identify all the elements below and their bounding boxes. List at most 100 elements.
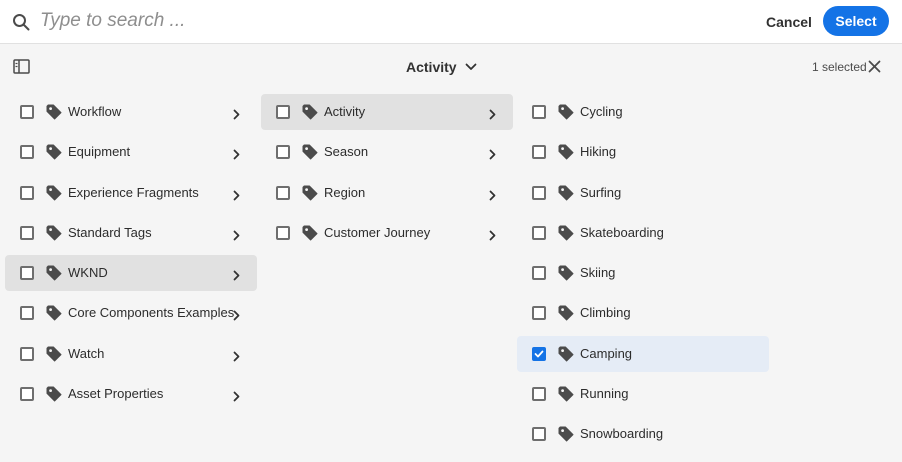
chevron-right-icon[interactable]: [489, 228, 496, 241]
tag-icon: [558, 265, 574, 281]
tag-label: Season: [324, 144, 369, 160]
tag-row[interactable]: Cycling: [517, 94, 769, 130]
tag-checkbox[interactable]: [20, 387, 34, 402]
tag-label: Hiking: [580, 144, 617, 160]
chevron-right-icon[interactable]: [233, 268, 240, 281]
tag-icon: [46, 265, 62, 281]
search-icon: [13, 14, 30, 31]
search-bar: Cancel Select: [0, 0, 902, 44]
tag-row[interactable]: Region: [261, 175, 513, 211]
tag-checkbox[interactable]: [532, 346, 546, 361]
tag-row[interactable]: Camping: [517, 335, 769, 372]
tag-row[interactable]: Skiing: [517, 255, 769, 291]
tag-label: Customer Journey: [324, 224, 431, 240]
tag-row[interactable]: Season: [261, 134, 513, 170]
tag-label: Skiing: [580, 265, 616, 281]
tag-label: Cycling: [580, 104, 623, 119]
tag-row[interactable]: Workflow: [5, 94, 257, 130]
tag-row[interactable]: WKND: [5, 255, 257, 292]
select-button[interactable]: Select: [823, 6, 889, 36]
tag-checkbox[interactable]: [532, 266, 546, 281]
tag-row[interactable]: Core Components Examples: [5, 295, 257, 331]
chevron-right-icon[interactable]: [233, 188, 240, 200]
tag-checkbox[interactable]: [20, 225, 34, 240]
tag-icon: [46, 144, 62, 160]
tag-row[interactable]: Hiking: [517, 134, 769, 170]
chevron-right-icon[interactable]: [233, 349, 240, 362]
tag-row[interactable]: Equipment: [5, 134, 257, 170]
tag-row[interactable]: Climbing: [517, 295, 769, 331]
tag-checkbox[interactable]: [276, 145, 290, 160]
tag-row[interactable]: Activity: [261, 94, 513, 130]
tag-icon: [302, 104, 318, 120]
tag-checkbox[interactable]: [276, 225, 290, 240]
tag-icon: [558, 305, 574, 321]
tag-row[interactable]: Snowboarding: [517, 416, 769, 452]
tag-icon: [46, 305, 62, 321]
tag-row[interactable]: Asset Properties: [5, 376, 257, 412]
tag-checkbox[interactable]: [532, 387, 546, 402]
tag-label: Surfing: [580, 184, 622, 200]
tag-checkbox[interactable]: [20, 346, 34, 361]
tag-row[interactable]: Customer Journey: [261, 215, 513, 251]
tag-checkbox[interactable]: [532, 225, 546, 240]
chevron-right-icon[interactable]: [233, 308, 240, 321]
tag-label: Workflow: [68, 104, 122, 119]
tag-label: Core Components Examples: [68, 305, 235, 321]
tag-label: Asset Properties: [68, 386, 164, 402]
tag-icon: [46, 225, 62, 241]
tag-checkbox[interactable]: [20, 145, 34, 160]
chevron-right-icon[interactable]: [489, 107, 496, 120]
cancel-button[interactable]: Cancel: [756, 9, 822, 35]
tag-checkbox[interactable]: [532, 427, 546, 442]
tag-icon: [558, 225, 574, 241]
tag-row[interactable]: Surfing: [517, 175, 769, 211]
tag-label: Climbing: [580, 305, 631, 321]
tag-checkbox[interactable]: [20, 266, 34, 281]
tag-column-1: Workflow Equipment Experience Fragments Sta…: [5, 94, 257, 416]
tag-checkbox[interactable]: [532, 306, 546, 321]
chevron-right-icon[interactable]: [489, 188, 496, 200]
tag-column-2: Activity Season Region Customer Journey: [261, 94, 513, 255]
tag-row[interactable]: Experience Fragments: [5, 175, 257, 211]
toggle-rail-icon[interactable]: [13, 59, 30, 74]
chevron-right-icon[interactable]: [233, 147, 240, 160]
tag-icon: [558, 386, 574, 402]
tag-label: Equipment: [68, 144, 131, 160]
tag-label: Watch: [68, 345, 105, 361]
chevron-right-icon[interactable]: [233, 389, 240, 402]
tag-checkbox[interactable]: [20, 185, 34, 200]
close-icon[interactable]: [868, 60, 881, 73]
tag-icon: [302, 144, 318, 160]
search-input[interactable]: [40, 6, 600, 36]
chevron-right-icon[interactable]: [233, 228, 240, 241]
tag-label: Standard Tags: [68, 224, 152, 240]
tag-icon: [46, 386, 62, 402]
chevron-right-icon[interactable]: [233, 107, 240, 120]
tag-icon: [46, 346, 62, 362]
tag-checkbox[interactable]: [532, 105, 546, 119]
tag-checkbox[interactable]: [276, 105, 290, 119]
tag-icon: [302, 225, 318, 241]
tag-label: WKND: [68, 265, 108, 281]
chevron-down-icon: [465, 63, 476, 70]
tag-row[interactable]: Watch: [5, 336, 257, 372]
tag-icon: [558, 426, 574, 442]
tag-label: Region: [324, 184, 366, 200]
breadcrumb-dropdown[interactable]: Activity: [406, 55, 477, 79]
tag-icon: [558, 144, 574, 160]
tag-icon: [302, 185, 318, 201]
tag-icon: [558, 346, 574, 362]
tag-label: Experience Fragments: [68, 184, 199, 200]
tag-checkbox[interactable]: [20, 306, 34, 321]
chevron-right-icon[interactable]: [489, 147, 496, 160]
tag-checkbox[interactable]: [532, 185, 546, 200]
tag-checkbox[interactable]: [276, 185, 290, 200]
tag-row[interactable]: Skateboarding: [517, 215, 769, 251]
tag-row[interactable]: Running: [517, 376, 769, 412]
tag-checkbox[interactable]: [532, 145, 546, 160]
tag-icon: [558, 104, 574, 120]
tag-row[interactable]: Standard Tags: [5, 215, 257, 251]
tag-checkbox[interactable]: [20, 105, 34, 119]
tag-icon: [558, 185, 574, 201]
